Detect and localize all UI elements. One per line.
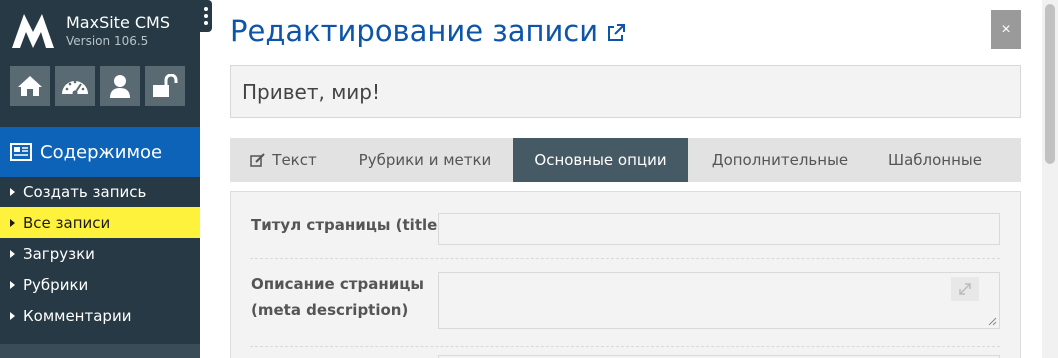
unlock-icon	[153, 74, 178, 97]
tab-label: Дополнительные	[711, 151, 849, 169]
tab-label: Рубрики и метки	[358, 151, 492, 169]
sidebar-item-label: Комментарии	[23, 306, 132, 325]
tab-templates[interactable]: Шаблонные	[872, 138, 998, 182]
logout-button[interactable]	[145, 66, 185, 106]
sidebar-item-label: Все записи	[23, 213, 111, 232]
close-button[interactable]: ×	[991, 10, 1021, 49]
maxsite-logo-icon	[12, 14, 54, 48]
page-title-text: Редактирование записи	[230, 14, 599, 48]
section-content-header[interactable]: Содержимое	[0, 127, 200, 177]
dashboard-button[interactable]	[55, 66, 95, 106]
caret-right-icon	[10, 187, 15, 196]
profile-button[interactable]	[100, 66, 140, 106]
sidebar-item-label: Рубрики	[23, 275, 89, 294]
expand-icon	[959, 283, 971, 295]
dashboard-icon	[62, 80, 88, 96]
tab-label: Основные опции	[534, 151, 667, 169]
title-field-label: Титул страницы (title)	[251, 216, 445, 234]
description-field-label: Описание страницы (meta description)	[251, 271, 424, 323]
tab-categories-tags[interactable]: Рубрики и метки	[337, 138, 513, 182]
field-divider	[250, 346, 1000, 347]
page-title: Редактирование записи	[230, 14, 626, 48]
sidebar-item-uploads[interactable]: Загрузки	[0, 238, 200, 269]
user-icon	[110, 75, 130, 98]
app-name: MaxSite CMS	[66, 13, 171, 32]
home-icon	[18, 76, 42, 96]
sidebar-item-categories[interactable]: Рубрики	[0, 269, 200, 300]
sidebar: MaxSite CMS Version 106.5 Содержимое Соз…	[0, 0, 200, 358]
app-window: MaxSite CMS Version 106.5 Содержимое Соз…	[0, 0, 1058, 358]
post-title-input[interactable]: Привет, мир!	[230, 65, 1021, 118]
tab-additional[interactable]: Дополнительные	[688, 138, 872, 182]
tab-bar: Текст Рубрики и метки Основные опции Доп…	[230, 138, 1021, 182]
brand: MaxSite CMS Version 106.5	[0, 0, 200, 60]
dot-icon	[204, 7, 208, 11]
sidebar-item-all-posts[interactable]: Все записи	[0, 207, 200, 238]
description-label-line: Описание страницы	[251, 275, 424, 293]
sidebar-next-section[interactable]	[0, 344, 200, 358]
expand-button[interactable]	[951, 277, 979, 301]
dot-icon	[204, 21, 208, 25]
section-title: Содержимое	[40, 141, 163, 163]
scrollbar-thumb[interactable]	[1045, 4, 1055, 164]
resize-handle-icon[interactable]	[987, 316, 997, 326]
tab-text[interactable]: Текст	[230, 138, 337, 182]
meta-description-field[interactable]	[438, 272, 1000, 329]
sidebar-toggle-button[interactable]	[200, 0, 212, 32]
tab-main-options[interactable]: Основные опции	[513, 138, 688, 182]
edit-icon	[250, 153, 265, 167]
sidebar-item-label: Загрузки	[23, 244, 95, 263]
sidebar-item-label: Создать запись	[23, 182, 147, 201]
caret-right-icon	[10, 218, 15, 227]
external-link-icon[interactable]	[606, 23, 626, 43]
caret-right-icon	[10, 311, 15, 320]
page-title-field[interactable]	[438, 213, 1000, 245]
sidebar-item-comments[interactable]: Комментарии	[0, 300, 200, 331]
tab-label: Шаблонные	[888, 151, 982, 169]
app-version: Version 106.5	[66, 34, 149, 48]
sidebar-item-create-post[interactable]: Создать запись	[0, 176, 200, 207]
newspaper-icon	[10, 143, 32, 161]
description-label-line: (meta description)	[251, 301, 409, 319]
tab-label: Текст	[272, 151, 317, 169]
caret-right-icon	[10, 249, 15, 258]
home-button[interactable]	[10, 66, 50, 106]
caret-right-icon	[10, 280, 15, 289]
field-divider	[250, 258, 1000, 259]
dot-icon	[204, 14, 208, 18]
